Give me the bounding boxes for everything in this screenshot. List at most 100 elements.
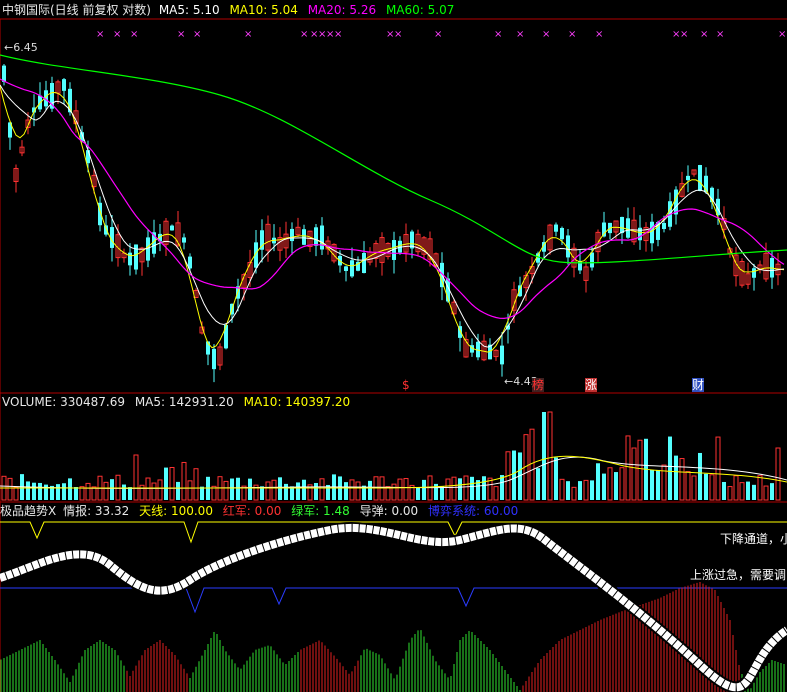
volume-bar-up xyxy=(763,485,769,501)
signal-x-marker: × xyxy=(193,29,201,40)
ma10-label: MA10: 5.04 xyxy=(229,3,298,17)
volume-bar-down xyxy=(122,484,126,500)
volume-bar-up xyxy=(571,486,577,501)
candle-down xyxy=(290,228,294,242)
volume-bar-up xyxy=(193,468,199,501)
event-marker-bang[interactable]: 榜 xyxy=(532,378,545,392)
volume-bar-up xyxy=(13,486,19,501)
volume-bar-up xyxy=(709,474,715,501)
volume-bar-down xyxy=(698,452,702,500)
volume-bar-up xyxy=(385,486,391,501)
candle-down xyxy=(554,224,558,232)
signal-x-marker: × xyxy=(778,29,786,40)
signal-x-marker: × xyxy=(716,29,724,40)
volume-bar-down xyxy=(62,483,66,500)
volume-bar-up xyxy=(349,479,355,501)
candle-down xyxy=(314,227,318,246)
volume-bar-down xyxy=(566,481,570,500)
volume-bar-up xyxy=(319,478,325,501)
volume-bar-down xyxy=(578,481,582,500)
stock-title: 中钢国际(日线 前复权 对数) xyxy=(2,3,151,17)
boyi-line xyxy=(0,587,787,614)
candle-down xyxy=(590,252,594,268)
volume-bar-up xyxy=(355,481,361,501)
stock-chart[interactable]: × × × × × × × × × × × × × × × × × × × × × × × × xyxy=(0,0,787,692)
volume-bar-down xyxy=(674,455,678,500)
note-down-channel: 下降通道，小 xyxy=(720,532,787,546)
candle-down xyxy=(752,268,756,278)
candle-down xyxy=(212,348,216,370)
candle-down xyxy=(302,229,306,245)
volume-bar-up xyxy=(607,467,613,501)
daodan-label: 导弹: 0.00 xyxy=(359,504,419,518)
signal-x-marker: × xyxy=(680,29,688,40)
volume-header: VOLUME: 330487.69 MA5: 142931.20 MA10: 1… xyxy=(2,395,356,409)
candle-down xyxy=(170,225,174,231)
ma20-label: MA20: 5.26 xyxy=(307,3,377,17)
volume-bar-up xyxy=(151,482,157,501)
volume-bar-up xyxy=(157,479,163,501)
lvjun-label: 绿军: 1.48 xyxy=(291,504,350,518)
volume-bar-down xyxy=(458,478,462,500)
volume-bar-up xyxy=(637,439,643,501)
volume-bar-down xyxy=(482,476,486,500)
candle-down xyxy=(320,225,324,250)
volume-bar-down xyxy=(32,482,36,500)
volume-bar-up xyxy=(403,478,409,501)
volume-bar-up xyxy=(733,475,739,501)
event-marker-dollar[interactable]: $ xyxy=(402,378,410,392)
candle-down xyxy=(518,285,522,297)
signal-x-marker: × xyxy=(96,29,104,40)
ma20-line xyxy=(0,78,785,320)
candle-down xyxy=(350,260,354,277)
volume-bar-down xyxy=(164,467,168,500)
signal-x-marker: × xyxy=(300,29,308,40)
candle-down xyxy=(344,266,348,271)
volume-bar-up xyxy=(757,475,763,501)
signal-x-marker: × xyxy=(700,29,708,40)
volume-bar-down xyxy=(236,477,240,500)
volume-bar-down xyxy=(416,487,420,500)
candle-down xyxy=(560,227,564,240)
volume-bar-down xyxy=(176,481,180,500)
volume-bar-down xyxy=(68,478,72,500)
volume-bar-up xyxy=(181,461,187,501)
candle-down xyxy=(2,65,6,82)
volume-bar-up xyxy=(679,458,685,501)
qingbao-label: 情报: 33.32 xyxy=(63,504,130,518)
volume-bar-up xyxy=(619,467,625,501)
event-marker-zhang[interactable]: 涨 xyxy=(585,378,598,392)
volume-ma5-label: MA5: 142931.20 xyxy=(134,395,234,409)
volume-bar-up xyxy=(145,477,151,501)
volume-bar-down xyxy=(200,486,204,500)
tianxian-label: 天线: 100.00 xyxy=(139,504,213,518)
candle-down xyxy=(626,218,630,238)
volume-bar-up xyxy=(493,486,499,501)
volume-bar-up xyxy=(85,482,91,501)
volume-bar-up xyxy=(631,447,637,501)
volume-bar-down xyxy=(56,484,60,500)
volume-bar-up xyxy=(529,428,535,501)
volume-bar-down xyxy=(26,481,30,500)
volume-bar-down xyxy=(536,468,540,500)
event-marker-cai[interactable]: 财 xyxy=(692,378,705,392)
signal-x-marker: × xyxy=(130,29,138,40)
volume-label: VOLUME: 330487.69 xyxy=(2,395,125,409)
volume-bar-down xyxy=(500,475,504,500)
volume-bar-down xyxy=(542,412,546,500)
ma5-label: MA5: 5.10 xyxy=(158,3,220,17)
candle-down xyxy=(182,237,186,243)
candle-down xyxy=(650,221,654,244)
volume-bar-up xyxy=(397,478,403,501)
volume-bar-up xyxy=(559,478,565,501)
boyi-label: 博弈系统: 60.00 xyxy=(428,504,519,518)
signal-x-marker: × xyxy=(595,29,603,40)
signal-x-marker: × xyxy=(434,29,442,40)
signal-x-marker: × xyxy=(494,29,502,40)
volume-ma10-label: MA10: 140397.20 xyxy=(243,395,351,409)
volume-bar-down xyxy=(422,479,426,500)
volume-bar-up xyxy=(139,484,145,501)
volume-bar-up xyxy=(547,411,553,501)
volume-bar-up xyxy=(685,471,691,501)
volume-bar-up xyxy=(265,481,271,501)
